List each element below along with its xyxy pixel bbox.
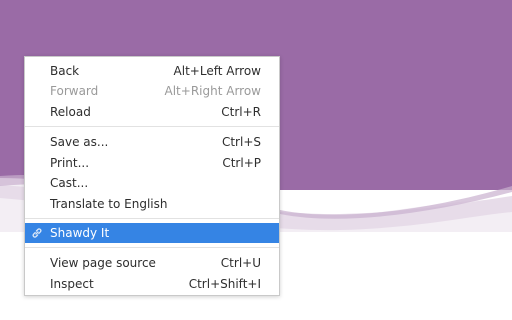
context-menu: Back Alt+Left Arrow Forward Alt+Right Ar… (24, 56, 280, 296)
menu-item-label: View page source (50, 256, 156, 270)
menu-item-inspect[interactable]: Inspect Ctrl+Shift+I (25, 274, 279, 294)
menu-item-shortcut: Ctrl+P (222, 156, 261, 170)
menu-item-reload[interactable]: Reload Ctrl+R (25, 102, 279, 122)
menu-item-save-as[interactable]: Save as... Ctrl+S (25, 132, 279, 152)
menu-separator (25, 218, 279, 219)
menu-item-label: Cast... (50, 176, 89, 190)
link-icon (32, 228, 42, 238)
menu-item-label: Translate to English (50, 197, 168, 211)
menu-item-shortcut: Alt+Left Arrow (173, 64, 261, 78)
menu-item-view-source[interactable]: View page source Ctrl+U (25, 253, 279, 273)
menu-item-label: Forward (50, 84, 99, 98)
menu-item-shortcut: Alt+Right Arrow (164, 84, 261, 98)
menu-item-shortcut: Ctrl+S (221, 135, 261, 149)
menu-item-shortcut: Ctrl+U (220, 256, 261, 270)
menu-item-label: Reload (50, 105, 91, 119)
menu-item-shortcut: Ctrl+R (221, 105, 261, 119)
menu-item-back[interactable]: Back Alt+Left Arrow (25, 61, 279, 81)
menu-separator (25, 126, 279, 127)
menu-item-label: Print... (50, 156, 90, 170)
menu-item-label: Save as... (50, 135, 109, 149)
menu-item-label: Inspect (50, 277, 94, 291)
menu-item-translate[interactable]: Translate to English (25, 194, 279, 214)
menu-item-label: Shawdy It (50, 226, 110, 240)
menu-item-cast[interactable]: Cast... (25, 173, 279, 193)
menu-item-shortcut: Ctrl+Shift+I (188, 277, 261, 291)
menu-item-forward[interactable]: Forward Alt+Right Arrow (25, 81, 279, 101)
menu-item-print[interactable]: Print... Ctrl+P (25, 153, 279, 173)
menu-item-shawdy-it[interactable]: Shawdy It (25, 223, 279, 243)
menu-item-label: Back (50, 64, 80, 78)
menu-separator (25, 247, 279, 248)
